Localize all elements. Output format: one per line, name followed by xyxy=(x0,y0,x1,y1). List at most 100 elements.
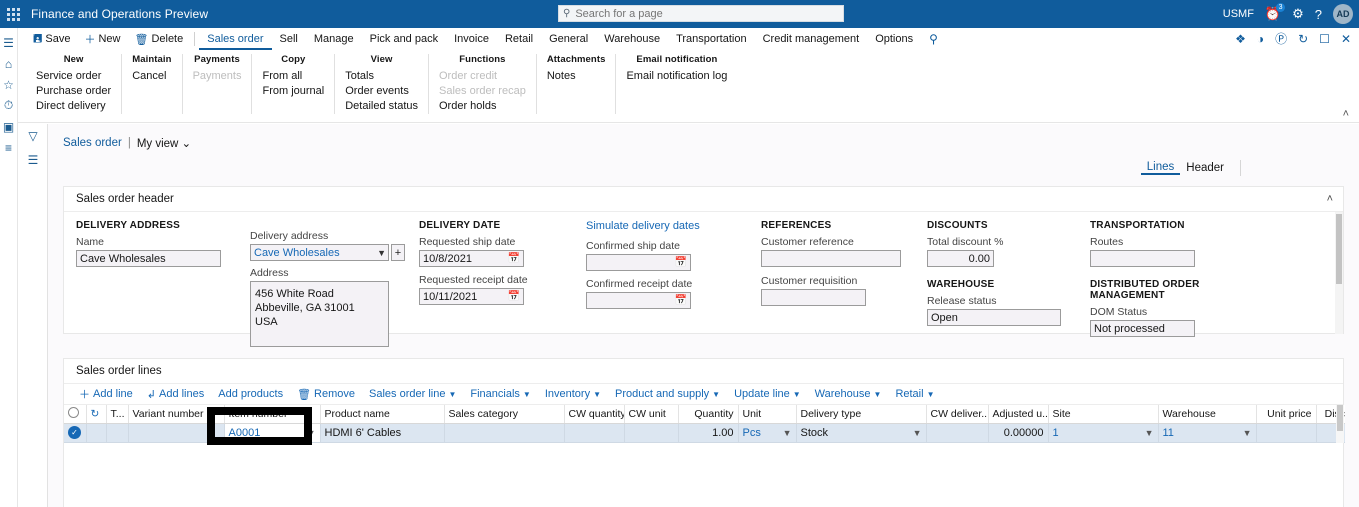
help-question-icon[interactable]: ? xyxy=(1315,7,1322,22)
breadcrumb-sales-order-link[interactable]: Sales order xyxy=(63,137,122,149)
select-all-header[interactable] xyxy=(64,405,87,424)
retail-menu[interactable]: Retail ▼ xyxy=(888,388,941,400)
release-status-field[interactable]: Open xyxy=(927,309,1061,326)
email-notification-log-button[interactable]: Email notification log xyxy=(626,69,727,84)
modules-list-icon[interactable]: ≡ xyxy=(0,137,18,158)
name-field[interactable]: Cave Wholesales xyxy=(76,250,221,267)
settings-gear-icon[interactable]: ⚙ xyxy=(1292,6,1304,22)
notifications-icon[interactable]: ⏰ 3 xyxy=(1265,3,1286,22)
add-line-button[interactable]: ＋ Add line xyxy=(72,386,140,402)
row-cw-unit-cell[interactable] xyxy=(624,423,679,443)
detailed-status-button[interactable]: Detailed status xyxy=(345,99,418,114)
tab-options[interactable]: Options xyxy=(867,28,921,50)
workspaces-icon[interactable]: ▣ xyxy=(0,116,18,137)
update-line-menu[interactable]: Update line ▼ xyxy=(727,388,808,400)
sales-order-header-title-bar[interactable]: Sales order header ˄ xyxy=(64,187,1343,211)
delivery-type-col-header[interactable]: Delivery type xyxy=(796,405,927,424)
favorites-star-icon[interactable]: ☆ xyxy=(0,74,18,95)
tab-lines[interactable]: Lines xyxy=(1140,161,1181,175)
tab-credit-management[interactable]: Credit management xyxy=(755,28,868,50)
collapse-action-pane-icon[interactable]: ˄ xyxy=(1343,108,1349,120)
header-panel-scrollbar[interactable] xyxy=(1335,212,1343,334)
sales-order-lines-title-bar[interactable]: Sales order lines xyxy=(64,359,1343,383)
direct-delivery-button[interactable]: Direct delivery xyxy=(36,99,111,114)
delete-button[interactable]: 🗑 Delete xyxy=(127,28,190,50)
site-col-header[interactable]: Site xyxy=(1048,405,1159,424)
hamburger-menu-icon[interactable]: ☰ xyxy=(0,32,18,53)
row-quantity-cell[interactable]: 1.00 xyxy=(678,423,739,443)
row-cw-quantity-cell[interactable] xyxy=(564,423,625,443)
simulate-delivery-dates-link[interactable]: Simulate delivery dates xyxy=(586,220,716,232)
grid-vertical-scrollbar[interactable] xyxy=(1336,405,1344,443)
row-adjusted-unit-cell[interactable]: 0.00000 xyxy=(988,423,1049,443)
service-order-button[interactable]: Service order xyxy=(36,69,111,84)
tab-manage[interactable]: Manage xyxy=(306,28,362,50)
recent-clock-icon[interactable]: ⏱ xyxy=(0,95,18,116)
view-selector[interactable]: My view ⌄ xyxy=(137,136,191,150)
popout-icon[interactable]: ☐ xyxy=(1319,32,1330,46)
requested-receipt-date-field[interactable]: 10/11/2021 📅 xyxy=(419,288,524,305)
totals-button[interactable]: Totals xyxy=(345,69,418,84)
row-site-cell[interactable]: 1 ▼ xyxy=(1048,423,1159,443)
calendar-icon[interactable]: 📅 xyxy=(675,295,687,306)
routes-field[interactable] xyxy=(1090,250,1195,267)
notes-button[interactable]: Notes xyxy=(547,69,606,84)
tab-sales-order[interactable]: Sales order xyxy=(199,28,272,50)
variant-number-col-header[interactable]: Variant number xyxy=(128,405,225,424)
order-events-button[interactable]: Order events xyxy=(345,84,418,99)
product-name-col-header[interactable]: Product name xyxy=(320,405,445,424)
total-discount-field[interactable]: 0.00 xyxy=(927,250,994,267)
new-button[interactable]: ＋ New xyxy=(77,28,127,50)
tab-transportation[interactable]: Transportation xyxy=(668,28,755,50)
row-sales-category-cell[interactable] xyxy=(444,423,565,443)
row-item-number-cell[interactable]: A0001 ▼ xyxy=(224,423,321,443)
row-type-cell[interactable] xyxy=(106,423,129,443)
unit-col-header[interactable]: Unit xyxy=(738,405,797,424)
row-cw-delivery-cell[interactable] xyxy=(926,423,989,443)
cw-unit-col-header[interactable]: CW unit xyxy=(624,405,679,424)
confirmed-receipt-date-field[interactable]: 📅 xyxy=(586,292,691,309)
inventory-menu[interactable]: Inventory ▼ xyxy=(538,388,608,400)
customer-requisition-field[interactable] xyxy=(761,289,866,306)
powerbi-icon[interactable]: Ⓟ xyxy=(1275,30,1287,47)
row-unit-cell[interactable]: Pcs ▼ xyxy=(738,423,797,443)
row-select-cell[interactable]: ✓ xyxy=(64,423,87,443)
tab-retail[interactable]: Retail xyxy=(497,28,541,50)
item-number-combo[interactable]: A0001 ▼ xyxy=(229,427,316,439)
tab-warehouse[interactable]: Warehouse xyxy=(596,28,668,50)
sales-order-line-menu[interactable]: Sales order line ▼ xyxy=(362,388,463,400)
cancel-button[interactable]: Cancel xyxy=(132,69,171,84)
refresh-col-header[interactable]: ↻ xyxy=(86,405,107,424)
tab-invoice[interactable]: Invoice xyxy=(446,28,497,50)
tab-pick-and-pack[interactable]: Pick and pack xyxy=(362,28,446,50)
remove-button[interactable]: 🗑 Remove xyxy=(290,388,362,401)
from-journal-button[interactable]: From journal xyxy=(262,84,324,99)
chevron-up-icon[interactable]: ˄ xyxy=(1327,193,1333,205)
customer-reference-field[interactable] xyxy=(761,250,901,267)
financials-menu[interactable]: Financials ▼ xyxy=(463,388,537,400)
search-icon[interactable]: ⚲ xyxy=(929,32,938,46)
quantity-col-header[interactable]: Quantity xyxy=(678,405,739,424)
refresh-icon[interactable]: ↻ xyxy=(1298,32,1308,46)
add-lines-button[interactable]: ↲ Add lines xyxy=(140,388,211,401)
row-variant-number-cell[interactable] xyxy=(128,423,225,443)
unit-price-col-header[interactable]: Unit price xyxy=(1256,405,1317,424)
attach-icon[interactable]: ◑ xyxy=(1257,32,1264,46)
address-field[interactable]: 456 White Road Abbeville, GA 31001 USA xyxy=(250,281,389,347)
order-holds-button[interactable]: Order holds xyxy=(439,99,526,114)
personalize-icon[interactable]: ❖ xyxy=(1235,32,1246,46)
cw-delivery-col-header[interactable]: CW deliver... xyxy=(926,405,989,424)
app-launcher-icon[interactable] xyxy=(0,0,26,28)
calendar-icon[interactable]: 📅 xyxy=(508,253,520,264)
filter-funnel-icon[interactable]: ▽ xyxy=(18,124,48,148)
add-delivery-address-button[interactable]: + xyxy=(391,244,405,261)
tab-sell[interactable]: Sell xyxy=(272,28,306,50)
cw-quantity-col-header[interactable]: CW quantity xyxy=(564,405,625,424)
tab-general[interactable]: General xyxy=(541,28,596,50)
tab-header[interactable]: Header xyxy=(1180,162,1230,174)
confirmed-ship-date-field[interactable]: 📅 xyxy=(586,254,691,271)
avatar[interactable]: AD xyxy=(1333,4,1353,24)
adjusted-unit-col-header[interactable]: Adjusted u... xyxy=(988,405,1049,424)
save-button[interactable]: 🖪 Save xyxy=(26,28,77,50)
warehouse-menu[interactable]: Warehouse ▼ xyxy=(808,388,889,400)
